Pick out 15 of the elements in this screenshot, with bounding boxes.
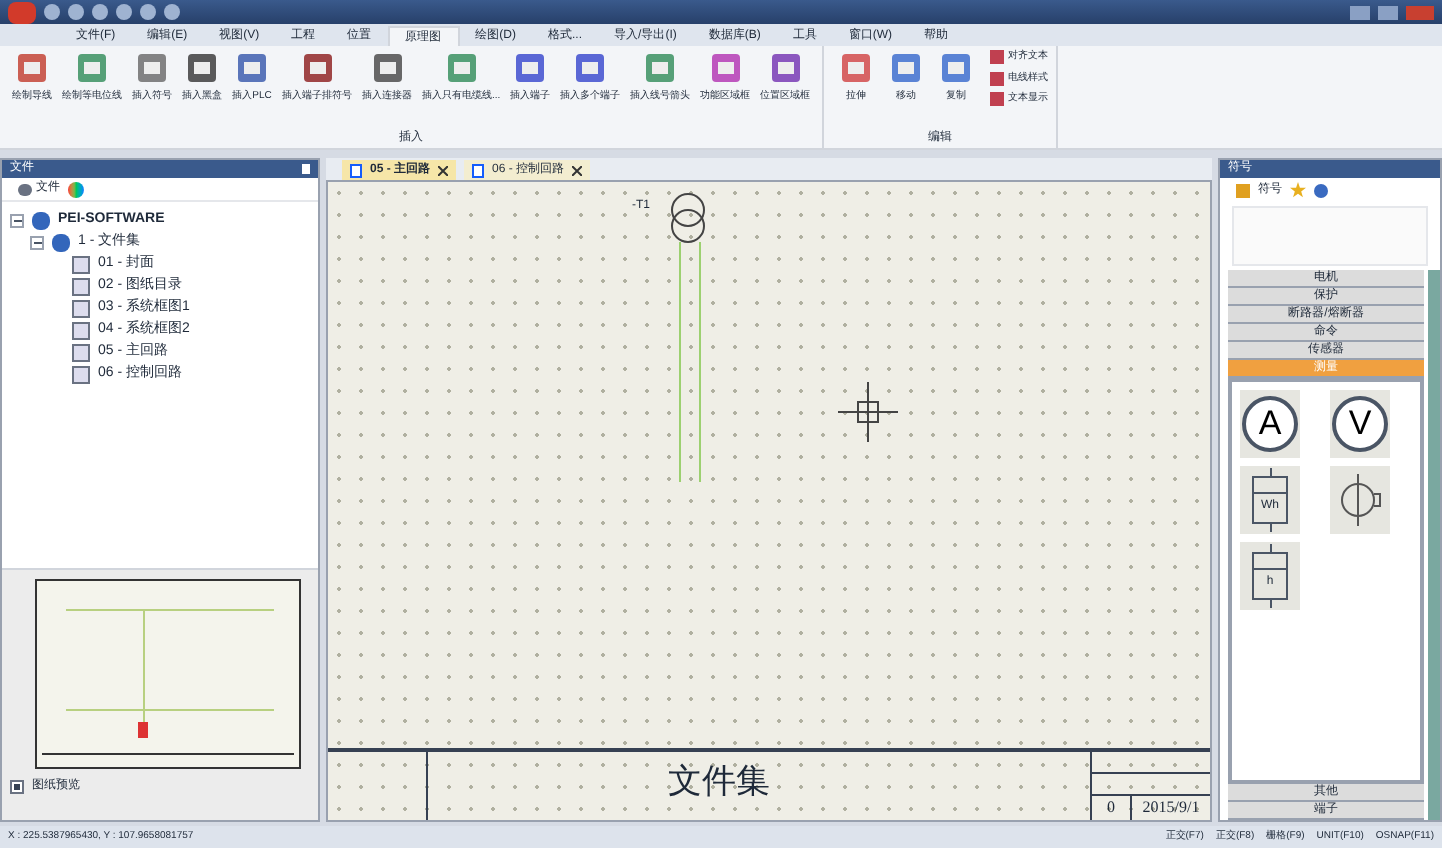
meter-symbol[interactable]: A xyxy=(1240,390,1300,458)
revision-cell: 0 xyxy=(1092,796,1132,820)
meter-symbol[interactable]: V xyxy=(1330,390,1390,458)
expander-icon[interactable] xyxy=(10,214,24,228)
phase-meter-symbol[interactable] xyxy=(1330,466,1390,534)
close-icon[interactable] xyxy=(572,165,583,175)
expander-icon[interactable] xyxy=(30,236,44,250)
maximize-icon[interactable] xyxy=(1378,5,1398,19)
minimize-icon[interactable] xyxy=(1350,5,1370,19)
preview-checkbox[interactable] xyxy=(10,780,24,794)
close-icon[interactable] xyxy=(438,165,449,175)
title-block-title: 文件集 xyxy=(666,760,772,804)
star-icon[interactable] xyxy=(1290,182,1306,198)
date-cell-text: 2015/9/1 xyxy=(1140,796,1202,820)
palette-icon[interactable] xyxy=(68,181,84,197)
